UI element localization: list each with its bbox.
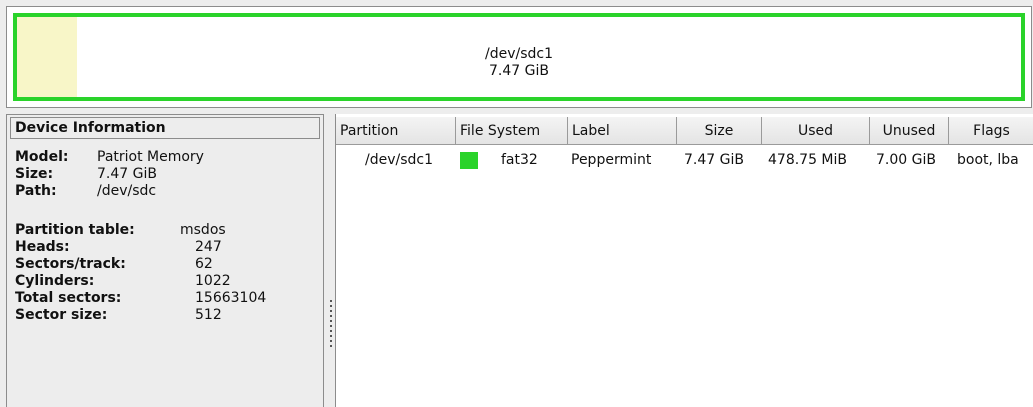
- partition-graph: /dev/sdc1 7.47 GiB: [6, 6, 1032, 108]
- info-heads-label: Heads:: [15, 239, 70, 255]
- info-sector-size-value: 512: [195, 307, 222, 323]
- info-path-label: Path:: [15, 183, 57, 199]
- column-header-flags[interactable]: Flags: [949, 117, 1033, 145]
- device-info-panel: Device Information Model: Patriot Memory…: [6, 114, 324, 407]
- filesystem-color-swatch: [460, 152, 478, 169]
- graph-partition-name: /dev/sdc1: [484, 46, 553, 62]
- info-heads-value: 247: [195, 239, 222, 255]
- info-size-label: Size:: [15, 166, 54, 182]
- info-cylinders-label: Cylinders:: [15, 273, 95, 289]
- graph-partition-sdc1[interactable]: /dev/sdc1 7.47 GiB: [13, 13, 1025, 101]
- graph-partition-size: 7.47 GiB: [489, 63, 549, 79]
- info-path-value: /dev/sdc: [97, 183, 157, 199]
- info-model-label: Model:: [15, 149, 69, 165]
- column-header-unused[interactable]: Unused: [870, 117, 949, 145]
- cell-label: Peppermint: [571, 152, 652, 168]
- column-header-file-system[interactable]: File System: [456, 117, 568, 145]
- info-total-sectors-value: 15663104: [195, 290, 267, 306]
- pane-splitter-handle[interactable]: [329, 300, 333, 352]
- cell-size: 7.47 GiB: [684, 152, 744, 168]
- info-row-total-sectors: Total sectors: 15663104: [15, 290, 266, 307]
- info-total-sectors-label: Total sectors:: [15, 290, 122, 306]
- info-row-heads: Heads: 247: [15, 239, 222, 256]
- info-row-sectors-track: Sectors/track: 62: [15, 256, 213, 273]
- cell-used: 478.75 MiB: [768, 152, 848, 168]
- info-size-value: 7.47 GiB: [97, 166, 157, 182]
- info-sectors-track-value: 62: [195, 256, 213, 272]
- info-row-path: Path: /dev/sdc: [15, 183, 156, 200]
- info-cylinders-value: 1022: [195, 273, 231, 289]
- info-row-size: Size: 7.47 GiB: [15, 166, 157, 183]
- info-sectors-track-label: Sectors/track:: [15, 256, 126, 272]
- info-sector-size-label: Sector size:: [15, 307, 108, 323]
- column-header-used[interactable]: Used: [762, 117, 870, 145]
- cell-unused: 7.00 GiB: [876, 152, 936, 168]
- info-model-value: Patriot Memory: [97, 149, 204, 165]
- info-partition-table-value: msdos: [180, 222, 226, 238]
- cell-partition: /dev/sdc1: [365, 152, 434, 168]
- column-header-size[interactable]: Size: [677, 117, 762, 145]
- info-row-cylinders: Cylinders: 1022: [15, 273, 231, 290]
- info-row-model: Model: Patriot Memory: [15, 149, 204, 166]
- partition-list-header: Partition File System Label Size Used Un…: [336, 117, 1033, 145]
- info-row-sector-size: Sector size: 512: [15, 307, 222, 324]
- cell-flags: boot, lba: [957, 152, 1019, 168]
- device-info-title: Device Information: [10, 117, 320, 139]
- partition-list: Partition File System Label Size Used Un…: [335, 114, 1033, 407]
- info-partition-table-label: Partition table:: [15, 222, 135, 238]
- graph-partition-label: /dev/sdc1 7.47 GiB: [17, 46, 1021, 80]
- column-header-label[interactable]: Label: [568, 117, 677, 145]
- column-header-partition[interactable]: Partition: [336, 117, 456, 145]
- info-row-partition-table: Partition table: msdos: [15, 222, 226, 239]
- device-info-body: Model: Patriot Memory Size: 7.47 GiB Pat…: [15, 149, 266, 324]
- cell-filesystem: fat32: [501, 152, 538, 168]
